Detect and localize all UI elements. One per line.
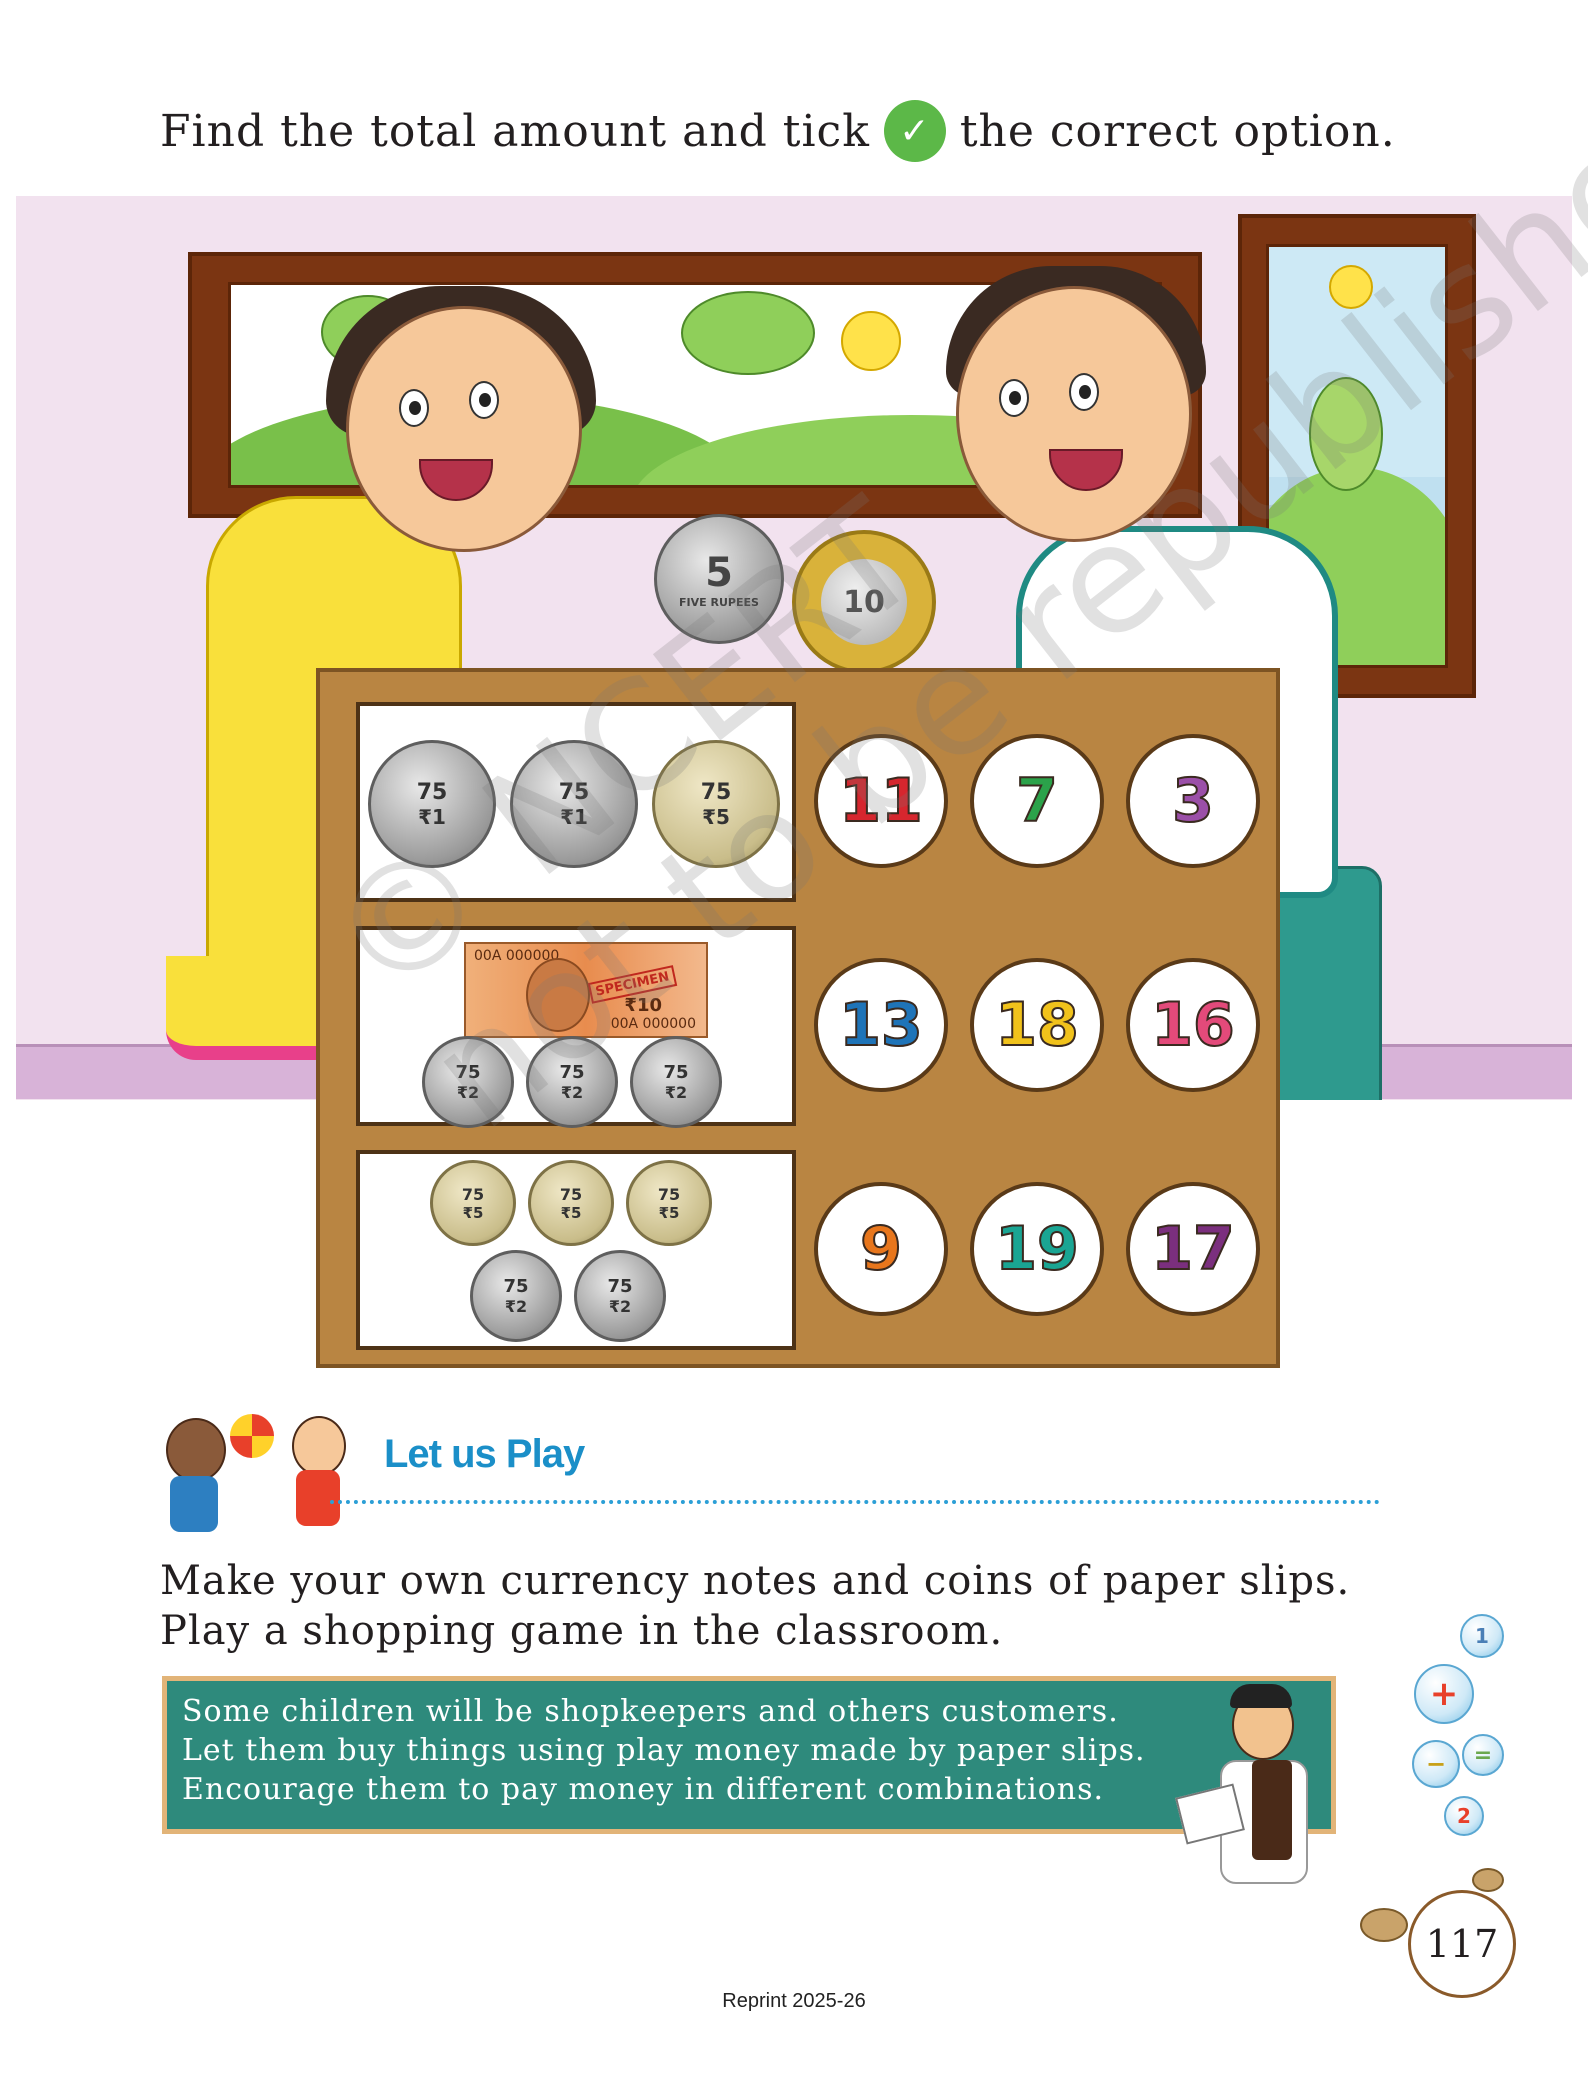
section-divider [330,1500,1380,1504]
sun-icon [841,311,901,371]
ball-icon [230,1414,274,1458]
coin: 75 ₹2 [470,1250,562,1342]
activity-text: Make your own currency notes and coins o… [160,1556,1376,1656]
option-row2-b[interactable]: 18 [970,958,1104,1092]
teacher-note-line-3: Encourage them to pay money in different… [182,1772,1105,1807]
reprint-footer: Reprint 2025-26 [722,1990,866,2012]
option-row1-c[interactable]: 3 [1126,734,1260,868]
coin: 75 ₹2 [574,1250,666,1342]
teacher-note-line-2: Let them buy things using play money mad… [182,1733,1146,1768]
teacher-illustration [1175,1660,1330,1920]
option-row2-c[interactable]: 16 [1126,958,1260,1092]
money-panel-3: 75 ₹5 75 ₹5 75 ₹5 75 ₹2 75 ₹2 [356,1150,796,1350]
section-title: Let us Play [384,1432,585,1476]
bubble-equals-icon: = [1462,1734,1504,1776]
coin: 75 ₹5 [626,1160,712,1246]
page-number: 117 [1408,1890,1516,1998]
option-row3-b[interactable]: 19 [970,1182,1104,1316]
coin: 75 ₹5 [528,1160,614,1246]
bubble-two-icon: 2 [1444,1796,1484,1836]
playing-children-illustration [156,1408,366,1558]
tree-icon [681,291,815,375]
bubble-plus-icon: + [1414,1664,1474,1724]
teacher-note-line-1: Some children will be shopkeepers and ot… [182,1694,1119,1729]
option-row3-a[interactable]: 9 [814,1182,948,1316]
instruction-text-before: Find the total amount and tick [160,105,870,157]
activity-line-2: Play a shopping game in the classroom. [160,1608,1004,1654]
instruction: Find the total amount and tick ✓ the cor… [160,100,1396,162]
coin: 75 ₹5 [430,1160,516,1246]
activity-line-1: Make your own currency notes and coins o… [160,1558,1351,1604]
teacher-note-text: Some children will be shopkeepers and ot… [182,1692,1146,1809]
tick-icon: ✓ [883,100,946,162]
girl-face [346,306,582,552]
option-row2-a[interactable]: 13 [814,958,948,1092]
boy-pants [1266,866,1382,1100]
bubble-minus-icon: − [1412,1740,1460,1788]
option-row3-c[interactable]: 17 [1126,1182,1260,1316]
bubble-one-icon: 1 [1460,1614,1504,1658]
